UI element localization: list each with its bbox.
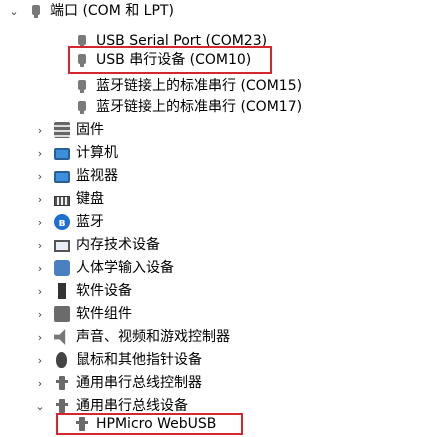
tree-item-sound[interactable]: › 声音、视频和游戏控制器 [34,326,230,348]
tree-item-ports[interactable]: ⌄ 端口 (COM 和 LPT) [8,0,174,22]
chevron-right-icon[interactable]: › [34,188,46,210]
tree-item-label: 软件组件 [76,306,132,322]
tree-item-label: 软件设备 [76,283,132,299]
tree-item-com10[interactable]: USB 串行设备 (COM10) [74,49,251,71]
chevron-right-icon[interactable]: › [34,326,46,348]
tree-item-label: 人体学输入设备 [76,260,174,276]
chevron-right-icon[interactable]: › [34,211,46,233]
chevron-right-icon[interactable]: › [34,349,46,371]
tree-item-label: 键盘 [76,191,104,207]
tree-item-monitor[interactable]: › 监视器 [34,165,118,187]
chevron-right-icon[interactable]: › [34,165,46,187]
tree-item-software-device[interactable]: › 软件设备 [34,280,132,302]
chevron-right-icon[interactable]: › [34,234,46,256]
sound-icon [54,329,66,345]
tree-item-firmware[interactable]: › 固件 [34,119,104,141]
tree-item-label: 鼠标和其他指针设备 [76,352,202,368]
tree-item-label: 端口 (COM 和 LPT) [50,3,174,19]
tree-item-hid[interactable]: › 人体学输入设备 [34,257,174,279]
port-plug-icon [74,99,90,115]
tree-item-com15[interactable]: 蓝牙链接上的标准串行 (COM15) [74,75,302,97]
tree-item-memory-tech[interactable]: › 内存技术设备 [34,234,160,256]
tree-item-label: 固件 [76,122,104,138]
tree-item-label: 蓝牙 [76,214,104,230]
tree-item-com17[interactable]: 蓝牙链接上的标准串行 (COM17) [74,96,302,118]
usb-device-icon [54,398,70,414]
software-component-icon [54,306,70,322]
software-device-icon [58,283,66,299]
chevron-right-icon[interactable]: › [34,257,46,279]
chevron-down-icon[interactable]: ⌄ [34,395,46,417]
tree-item-label: 蓝牙链接上的标准串行 (COM17) [96,99,303,115]
chevron-right-icon[interactable]: › [34,119,46,141]
port-plug-icon [74,52,90,68]
tree-item-label: HPMicro WebUSB [96,416,217,432]
mouse-icon [56,352,67,368]
tree-item-label: 内存技术设备 [76,237,160,253]
tree-item-keyboard[interactable]: › 键盘 [34,188,104,210]
hid-icon [54,260,70,276]
tree-item-mouse[interactable]: › 鼠标和其他指针设备 [34,349,202,371]
keyboard-icon [54,195,70,206]
tree-item-usb-controller[interactable]: › 通用串行总线控制器 [34,372,202,394]
usb-controller-icon [54,375,70,391]
firmware-icon [54,122,70,138]
tree-item-bluetooth[interactable]: › ʙ 蓝牙 [34,211,104,233]
port-plug-icon [28,3,44,19]
chevron-right-icon[interactable]: › [34,142,46,164]
tree-item-label: 蓝牙链接上的标准串行 (COM15) [96,78,303,94]
tree-item-software-component[interactable]: › 软件组件 [34,303,132,325]
tree-item-hpmicro-webusb[interactable]: HPMicro WebUSB [74,413,216,435]
tree-item-label: 声音、视频和游戏控制器 [76,329,230,345]
tree-item-label: 通用串行总线控制器 [76,375,202,391]
tree-item-label: 监视器 [76,168,118,184]
chevron-right-icon[interactable]: › [34,280,46,302]
port-plug-icon [74,78,90,94]
bluetooth-icon: ʙ [54,214,70,230]
computer-icon [54,148,70,160]
usb-device-icon [74,416,90,432]
tree-item-label: USB 串行设备 (COM10) [96,52,252,68]
chevron-down-icon[interactable]: ⌄ [8,0,20,22]
tree-item-computer[interactable]: › 计算机 [34,142,118,164]
chevron-right-icon[interactable]: › [34,303,46,325]
chevron-right-icon[interactable]: › [34,372,46,394]
memory-tech-icon [54,240,70,252]
tree-item-label: 计算机 [76,145,118,161]
monitor-icon [54,171,70,183]
